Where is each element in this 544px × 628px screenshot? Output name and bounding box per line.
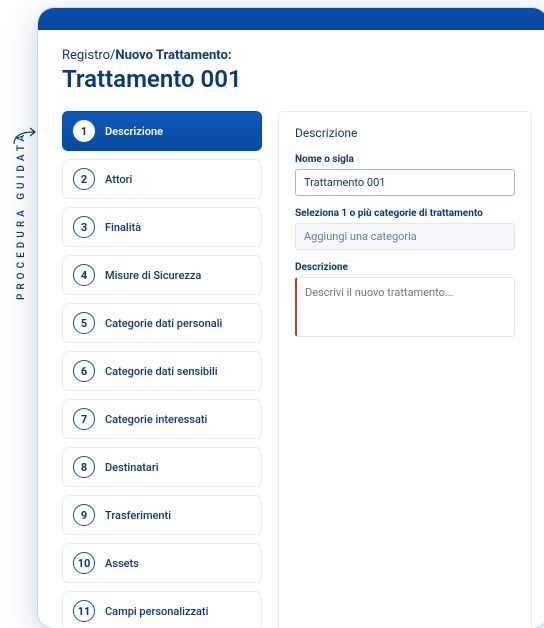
- wizard-steps: 1 Descrizione 2 Attori 3 Finalità 4 Misure di S…: [62, 111, 262, 628]
- step-label: Destinatari: [105, 461, 159, 474]
- wizard-step-11[interactable]: 11 Campi personalizzati: [62, 591, 262, 628]
- form-panel: Descrizione Nome o sigla Seleziona 1 o p…: [278, 111, 532, 628]
- step-label: Categorie dati sensibili: [105, 365, 218, 378]
- wizard-step-1[interactable]: 1 Descrizione: [62, 111, 262, 151]
- wizard-step-4[interactable]: 4 Misure di Sicurezza: [62, 255, 262, 295]
- step-number-icon: 8: [73, 456, 95, 478]
- page-header: Registro/Nuovo Trattamento: Trattamento …: [38, 30, 544, 103]
- step-number-icon: 1: [73, 120, 95, 142]
- category-select[interactable]: Aggiungi una categoria: [295, 223, 515, 250]
- step-label: Trasferimenti: [105, 509, 171, 522]
- step-number-icon: 4: [73, 264, 95, 286]
- wizard-arrow-icon: [12, 126, 38, 146]
- wizard-step-6[interactable]: 6 Categorie dati sensibili: [62, 351, 262, 391]
- category-label: Seleziona 1 o più categorie di trattamen…: [295, 208, 515, 219]
- step-label: Campi personalizzati: [105, 605, 208, 618]
- panel-title: Descrizione: [295, 126, 515, 140]
- name-input[interactable]: [295, 169, 515, 196]
- step-number-icon: 5: [73, 312, 95, 334]
- step-label: Assets: [105, 557, 139, 570]
- wizard-step-10[interactable]: 10 Assets: [62, 543, 262, 583]
- breadcrumb-root: Registro: [62, 48, 110, 63]
- wizard-step-8[interactable]: 8 Destinatari: [62, 447, 262, 487]
- step-label: Categorie interessati: [105, 413, 207, 426]
- wizard-step-3[interactable]: 3 Finalità: [62, 207, 262, 247]
- step-label: Attori: [105, 173, 132, 186]
- name-label: Nome o sigla: [295, 154, 515, 165]
- step-number-icon: 11: [73, 600, 95, 622]
- wizard-step-7[interactable]: 7 Categorie interessati: [62, 399, 262, 439]
- page-title: Trattamento 001: [62, 65, 524, 93]
- step-number-icon: 6: [73, 360, 95, 382]
- wizard-step-5[interactable]: 5 Categorie dati personali: [62, 303, 262, 343]
- step-number-icon: 7: [73, 408, 95, 430]
- app-window: Registro/Nuovo Trattamento: Trattamento …: [38, 8, 544, 628]
- step-number-icon: 9: [73, 504, 95, 526]
- description-textarea[interactable]: [295, 277, 515, 337]
- description-label: Descrizione: [295, 262, 515, 273]
- step-number-icon: 3: [73, 216, 95, 238]
- step-label: Descrizione: [105, 125, 163, 138]
- breadcrumb-current: Nuovo Trattamento:: [115, 48, 231, 63]
- step-label: Finalità: [105, 221, 141, 234]
- step-label: Categorie dati personali: [105, 317, 222, 330]
- step-number-icon: 2: [73, 168, 95, 190]
- wizard-side-label: PROCEDURA GUIDATA: [16, 131, 27, 300]
- window-topbar: [38, 8, 544, 30]
- wizard-step-2[interactable]: 2 Attori: [62, 159, 262, 199]
- wizard-step-9[interactable]: 9 Trasferimenti: [62, 495, 262, 535]
- step-number-icon: 10: [73, 552, 95, 574]
- breadcrumb: Registro/Nuovo Trattamento:: [62, 48, 524, 63]
- step-label: Misure di Sicurezza: [105, 269, 201, 282]
